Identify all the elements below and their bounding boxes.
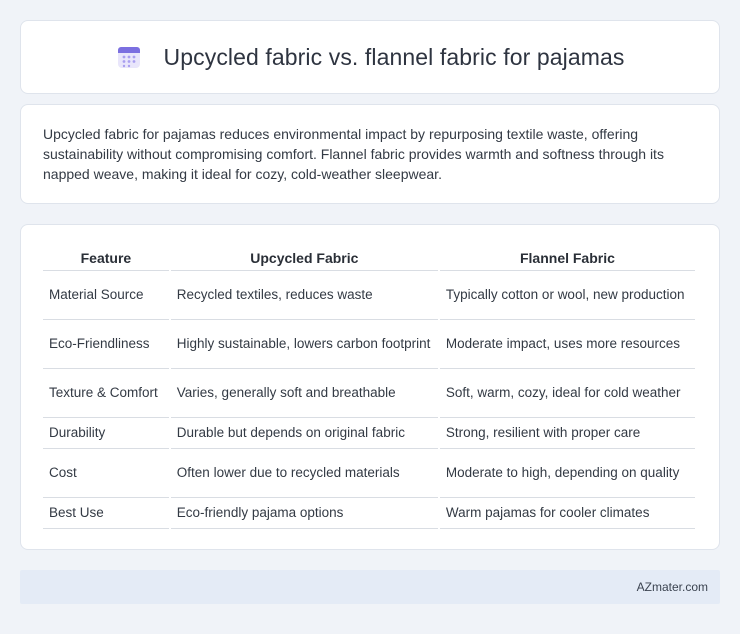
table-cell-feature: Texture & Comfort xyxy=(43,369,169,418)
table-cell-flannel: Moderate impact, uses more resources xyxy=(439,320,695,369)
header-upcycled: Upcycled Fabric xyxy=(170,247,438,271)
page-title: Upcycled fabric vs. flannel fabric for p… xyxy=(163,43,625,70)
table-cell-flannel: Soft, warm, cozy, ideal for cold weather xyxy=(439,369,695,418)
header-feature: Feature xyxy=(43,247,169,271)
table-cell-flannel: Moderate to high, depending on quality xyxy=(439,449,695,498)
header-flannel: Flannel Fabric xyxy=(439,247,695,271)
table-row: Texture & Comfort Varies, generally soft… xyxy=(43,369,695,418)
table-row: Best Use Eco-friendly pajama options War… xyxy=(43,498,695,529)
table-cell-flannel: Warm pajamas for cooler climates xyxy=(439,498,695,529)
table-header-row: Feature Upcycled Fabric Flannel Fabric xyxy=(43,247,695,271)
comparison-table: Feature Upcycled Fabric Flannel Fabric M… xyxy=(41,247,697,529)
table-cell-upcycled: Recycled textiles, reduces waste xyxy=(170,271,438,320)
table-cell-upcycled: Highly sustainable, lowers carbon footpr… xyxy=(170,320,438,369)
calendar-icon xyxy=(117,47,140,68)
summary-card: Upcycled fabric for pajamas reduces envi… xyxy=(20,104,720,204)
title-card: Upcycled fabric vs. flannel fabric for p… xyxy=(20,20,720,94)
table-cell-upcycled: Durable but depends on original fabric xyxy=(170,418,438,449)
table-cell-upcycled: Varies, generally soft and breathable xyxy=(170,369,438,418)
table-cell-upcycled: Eco-friendly pajama options xyxy=(170,498,438,529)
summary-text: Upcycled fabric for pajamas reduces envi… xyxy=(43,126,664,182)
comparison-table-card: Feature Upcycled Fabric Flannel Fabric M… xyxy=(20,224,720,550)
table-row: Cost Often lower due to recycled materia… xyxy=(43,449,695,498)
footer: AZmater.com xyxy=(20,570,720,604)
table-cell-feature: Best Use xyxy=(43,498,169,529)
table-cell-upcycled: Often lower due to recycled materials xyxy=(170,449,438,498)
table-cell-feature: Eco-Friendliness xyxy=(43,320,169,369)
footer-brand: AZmater.com xyxy=(636,580,708,594)
table-cell-feature: Material Source xyxy=(43,271,169,320)
table-cell-feature: Cost xyxy=(43,449,169,498)
table-cell-feature: Durability xyxy=(43,418,169,449)
table-cell-flannel: Strong, resilient with proper care xyxy=(439,418,695,449)
table-cell-flannel: Typically cotton or wool, new production xyxy=(439,271,695,320)
table-row: Durability Durable but depends on origin… xyxy=(43,418,695,449)
table-row: Eco-Friendliness Highly sustainable, low… xyxy=(43,320,695,369)
table-row: Material Source Recycled textiles, reduc… xyxy=(43,271,695,320)
